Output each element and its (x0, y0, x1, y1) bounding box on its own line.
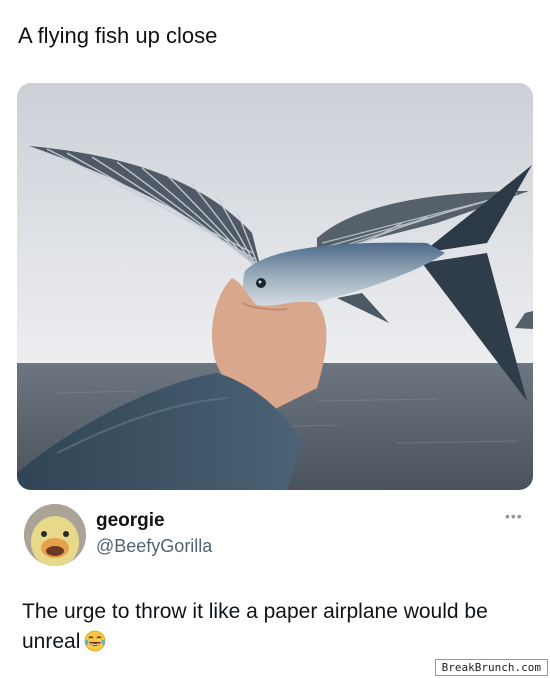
post-caption: A flying fish up close (18, 23, 218, 48)
ellipsis-icon[interactable]: ••• (505, 509, 527, 523)
avatar[interactable] (24, 504, 86, 566)
photo-illustration (17, 83, 533, 490)
meme-post: A flying fish up close georgie @BeefyGor… (0, 0, 550, 678)
tweet-text: The urge to throw it like a paper airpla… (22, 597, 522, 657)
tweet-card: georgie @BeefyGorilla ••• The urge to th… (0, 495, 550, 678)
user-handle[interactable]: @BeefyGorilla (96, 536, 212, 557)
face-with-tears-of-joy-icon (84, 630, 106, 652)
site-watermark: BreakBrunch.com (434, 659, 548, 676)
duck-avatar-icon (24, 504, 86, 566)
flying-fish-photo[interactable] (17, 83, 533, 490)
display-name[interactable]: georgie (96, 510, 165, 532)
